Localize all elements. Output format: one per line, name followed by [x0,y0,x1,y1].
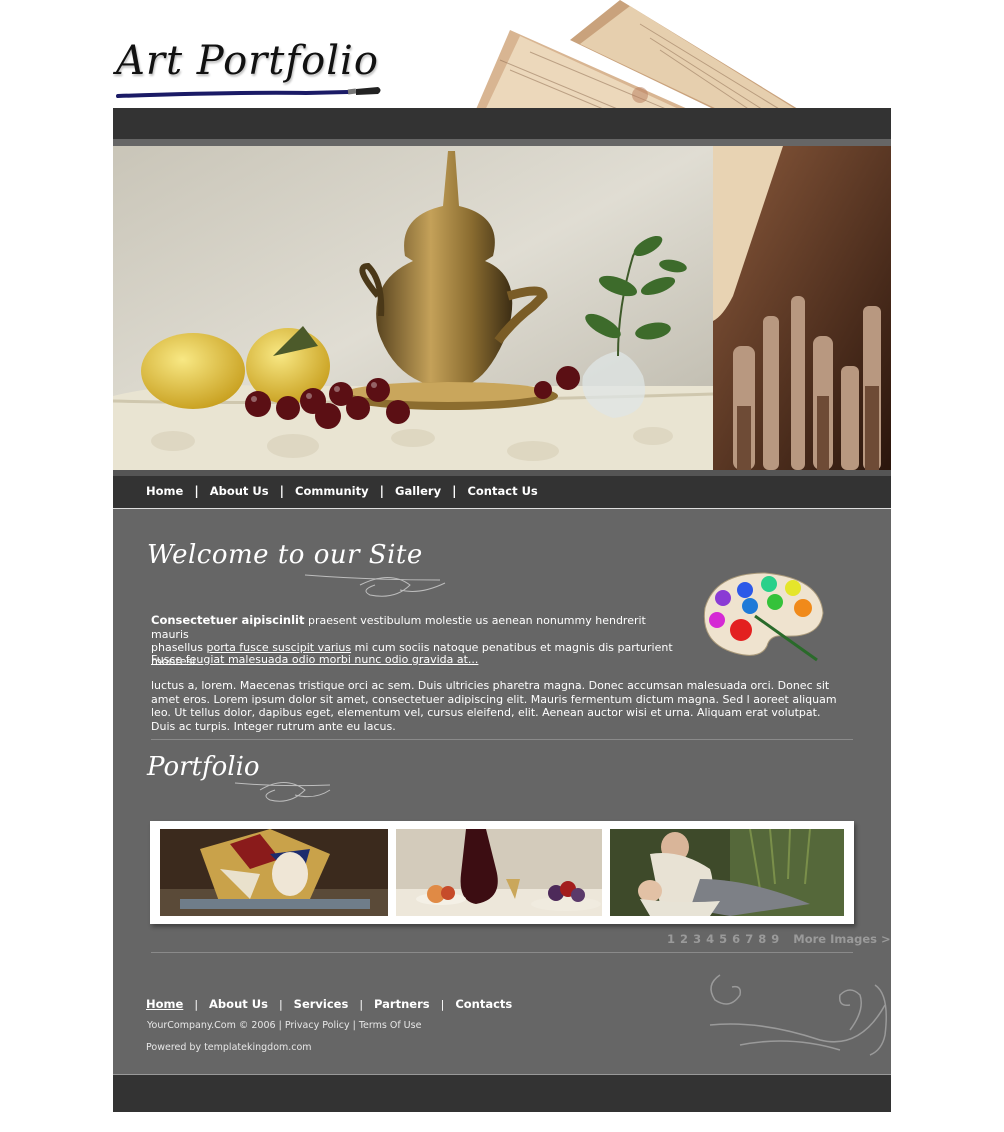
nav-gallery[interactable]: Gallery [395,484,441,498]
nav-separator: | [194,484,199,498]
intro-bold: Consectetuer aipiscinlit [151,613,305,627]
nav-contact-us[interactable]: Contact Us [467,484,537,498]
footer-nav: Home | About Us | Services | Partners | … [146,997,512,1011]
nav-separator: | [379,484,385,498]
page-9[interactable]: 9 [771,932,779,946]
footer-flourish-ornament [709,974,887,1056]
gallery-thumb-jester[interactable] [160,829,388,916]
brushes-image [713,146,891,470]
paintbrush-icon [116,87,381,98]
nav-home[interactable]: Home [146,484,183,498]
footer-divider: | [352,1020,356,1031]
page-2[interactable]: 2 [680,932,688,946]
palette-icon [703,572,824,662]
footer-nav-services[interactable]: Services [294,997,349,1011]
copyright-line: YourCompany.Com © 2006 | Privacy Policy … [147,1020,421,1031]
footer-nav-about-us[interactable]: About Us [209,997,268,1011]
feature-link[interactable]: Fusce feugiat malesuada odio morbi nunc … [151,653,478,666]
terms-of-use-link[interactable]: Terms Of Use [359,1020,422,1031]
footer-nav-partners[interactable]: Partners [374,997,430,1011]
header-band [113,108,891,139]
footer-nav-separator: | [194,997,199,1011]
hero-still-life-image [113,146,713,470]
header-band-stripe [113,139,891,146]
footer-nav-contacts[interactable]: Contacts [455,997,512,1011]
nav-list: Home | About Us | Community | Gallery | … [146,484,538,498]
footer-nav-separator: | [359,997,364,1011]
powered-by[interactable]: Powered by templatekingdom.com [146,1042,312,1053]
page-7[interactable]: 7 [745,932,753,946]
page-4[interactable]: 4 [706,932,714,946]
page-3[interactable]: 3 [693,932,701,946]
nav-community[interactable]: Community [295,484,369,498]
gallery-strip [150,821,854,924]
footer-nav-separator: | [278,997,283,1011]
copyright-text: YourCompany.Com © 2006 [147,1020,276,1031]
nav-separator: | [279,484,284,498]
nav-separator: | [452,484,457,498]
flourish-ornament [304,574,446,597]
page-8[interactable]: 8 [758,932,766,946]
footer-band [113,1074,891,1112]
site-logo[interactable]: Art Portfolio [116,38,386,104]
divider [151,952,853,953]
footer-divider: | [278,1020,282,1031]
footer-nav-home[interactable]: Home [146,997,183,1011]
gallery-thumb-still-life[interactable] [396,829,602,916]
page-6[interactable]: 6 [732,932,740,946]
footer-nav-separator: | [440,997,445,1011]
page-1[interactable]: 1 [667,932,675,946]
page-5[interactable]: 5 [719,932,727,946]
divider [151,739,853,740]
flourish-ornament [234,782,331,802]
privacy-policy-link[interactable]: Privacy Policy [285,1020,350,1031]
more-images-link[interactable]: More Images > [793,932,890,946]
feature-link-row: Fusce feugiat malesuada odio morbi nunc … [151,653,478,666]
nav-about-us[interactable]: About Us [210,484,269,498]
gallery-thumb-children[interactable] [610,829,844,916]
body-paragraph: luctus a, lorem. Maecenas tristique orci… [151,679,837,733]
main-nav: Home | About Us | Community | Gallery | … [113,470,891,508]
gallery-pager: 1 2 3 4 5 6 7 8 9 More Images > [667,932,891,946]
